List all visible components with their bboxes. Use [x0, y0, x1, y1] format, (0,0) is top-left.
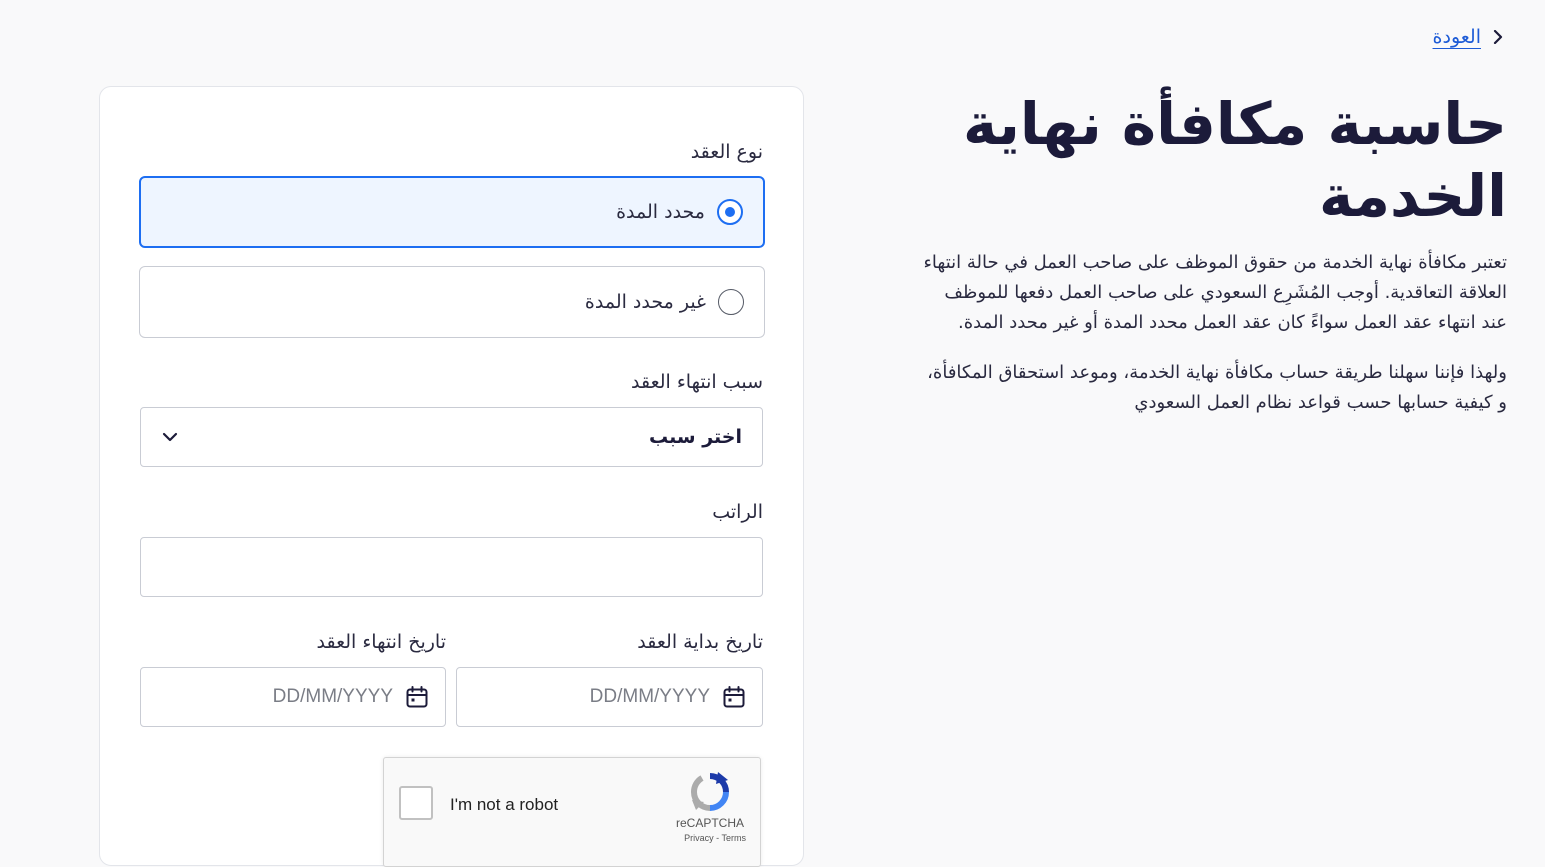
- contract-type-label: نوع العقد: [690, 141, 763, 163]
- contract-type-fixed-label: محدد المدة: [616, 201, 705, 223]
- salary-input[interactable]: [141, 538, 762, 596]
- end-date-field[interactable]: [140, 667, 446, 727]
- intro-paragraph-2: ولهذا فإننا سهلنا طريقة حساب مكافأة نهاي…: [927, 362, 1507, 413]
- page-title: حاسبة مكافأة نهاية الخدمة: [962, 90, 1507, 230]
- end-date-label: تاريخ انتهاء العقد: [316, 631, 446, 653]
- radio-checked-icon[interactable]: [717, 199, 743, 225]
- radio-unchecked-icon[interactable]: [718, 289, 744, 315]
- back-link-label[interactable]: العودة: [1433, 26, 1481, 48]
- recaptcha-brand: reCAPTCHA: [675, 816, 744, 830]
- termination-reason-value: اختر سبب: [649, 426, 742, 448]
- contract-type-fixed-option[interactable]: محدد المدة: [139, 176, 765, 248]
- recaptcha-terms-link[interactable]: Privacy - Terms: [684, 833, 746, 843]
- recaptcha-widget: I'm not a robot reCAPTCHA Privacy - Term…: [383, 757, 761, 867]
- intro-paragraph-1: تعتبر مكافأة نهاية الخدمة من حقوق الموظف…: [923, 252, 1507, 333]
- chevron-down-icon: [162, 432, 178, 442]
- start-date-label: تاريخ بداية العقد: [637, 631, 763, 653]
- recaptcha-logo-icon: [690, 772, 729, 811]
- recaptcha-checkbox[interactable]: [399, 786, 433, 820]
- chevron-right-icon: [1493, 30, 1503, 44]
- salary-label: الراتب: [712, 501, 763, 523]
- intro-section: حاسبة مكافأة نهاية الخدمة تعتبر مكافأة ن…: [922, 88, 1507, 418]
- end-date-input[interactable]: [141, 668, 393, 726]
- termination-reason-label: سبب انتهاء العقد: [631, 371, 763, 393]
- salary-field[interactable]: [140, 537, 763, 597]
- calendar-icon[interactable]: [722, 685, 746, 709]
- termination-reason-select[interactable]: اختر سبب: [140, 407, 763, 467]
- calculator-form: نوع العقد محدد المدة غير محدد المدة سبب …: [99, 86, 804, 867]
- recaptcha-label: I'm not a robot: [450, 795, 559, 814]
- calendar-icon[interactable]: [405, 685, 429, 709]
- contract-type-unlimited-option[interactable]: غير محدد المدة: [139, 266, 765, 338]
- contract-type-unlimited-label: غير محدد المدة: [584, 291, 706, 313]
- back-link[interactable]: العودة: [1433, 26, 1505, 48]
- start-date-input[interactable]: [457, 668, 710, 726]
- start-date-field[interactable]: [456, 667, 763, 727]
